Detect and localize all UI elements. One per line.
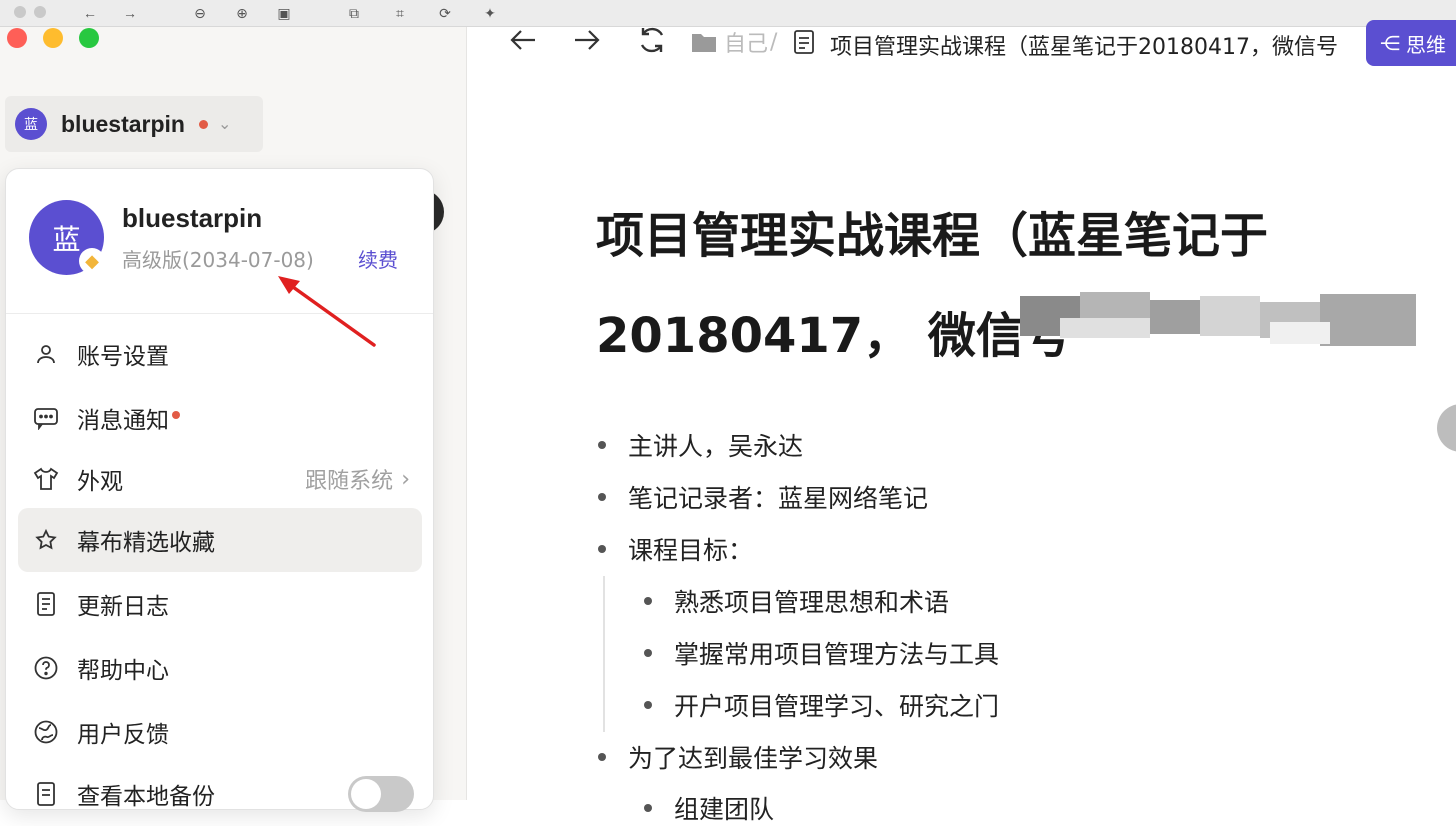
menu-label: 幕布精选收藏 [77, 530, 215, 556]
list-item-text: 主讲人，吴永达 [628, 432, 804, 461]
list-item[interactable]: 笔记记录者：蓝星网络笔记 [598, 479, 928, 515]
viewer-toolbar: ← → ⊖ ⊕ ▣ ⧉ ⌗ ⟳ ✦ [0, 0, 1456, 27]
menu-label: 外观 [77, 469, 123, 495]
list-item[interactable]: 熟悉项目管理思想和术语 [644, 583, 949, 619]
star-icon [32, 528, 60, 552]
bullet-dot [598, 493, 606, 501]
doc-icon [792, 27, 816, 57]
menu-item-favorites[interactable]: 幕布精选收藏 [18, 508, 422, 572]
rotate-icon[interactable]: ⟳ [435, 3, 455, 23]
avatar: 蓝 [15, 108, 47, 140]
bullet-dot [644, 597, 652, 605]
menu-label: 帮助中心 [77, 658, 169, 684]
breadcrumb-doc-title[interactable]: 项目管理实战课程（蓝星笔记于20180417，微信号 [830, 29, 1358, 61]
magic-wand-icon[interactable]: ✦ [480, 3, 500, 23]
menu-item-feedback[interactable]: 用户反馈 [18, 700, 422, 764]
mindmap-label: 思维 [1406, 32, 1446, 57]
feedback-icon [32, 719, 60, 745]
appearance-value-text: 跟随系统 [305, 469, 394, 494]
help-icon [32, 655, 60, 681]
document-title[interactable]: 项目管理实战课程（蓝星笔记于 20180417， 微信号 [596, 186, 1456, 386]
appearance-value: 跟随系统 › [305, 463, 410, 495]
toggle-knob [351, 779, 381, 809]
unread-dot [172, 411, 180, 419]
menu-item-local-backup[interactable]: 查看本地备份 [18, 762, 422, 826]
zoom-in-icon[interactable]: ⊕ [232, 3, 252, 23]
redacted-area [1020, 292, 1416, 346]
menu-label: 账号设置 [77, 344, 169, 370]
menu-label: 更新日志 [77, 594, 169, 620]
bullet-dot [598, 545, 606, 553]
forward-arrow-icon[interactable]: → [120, 3, 140, 23]
back-arrow-icon[interactable]: ← [80, 3, 100, 23]
mindmap-button[interactable]: ⋲ 思维 [1366, 20, 1456, 66]
notification-dot [198, 119, 208, 129]
list-item-text: 课程目标： [628, 536, 754, 565]
list-item-text: 熟悉项目管理思想和术语 [674, 588, 950, 617]
menu-item-notifications[interactable]: 消息通知 [18, 386, 422, 450]
list-item-text: 为了达到最佳学习效果 [628, 744, 879, 773]
list-item[interactable]: 组建团队 [644, 790, 774, 826]
bullet-dot [644, 649, 652, 657]
diamond-icon: ◆ [79, 248, 105, 274]
close-window-icon[interactable] [14, 6, 26, 18]
menu-item-appearance[interactable]: 外观 跟随系统 › [18, 447, 422, 511]
backup-icon [32, 781, 60, 807]
backup-toggle[interactable] [348, 776, 414, 812]
indent-guide [603, 576, 605, 732]
close-button[interactable] [7, 28, 27, 48]
zoom-out-icon[interactable]: ⊖ [190, 3, 210, 23]
forward-icon[interactable] [569, 22, 605, 58]
mindmap-icon: ⋲ [1380, 31, 1400, 55]
list-item[interactable]: 开户项目管理学习、研究之门 [644, 687, 999, 723]
menu-label: 消息通知 [77, 408, 169, 434]
menu-item-changelog[interactable]: 更新日志 [18, 572, 422, 636]
crop-icon[interactable]: ⌗ [390, 3, 410, 23]
minimize-button[interactable] [43, 28, 63, 48]
bullet-dot [644, 701, 652, 709]
chevron-down-icon: ⌄ [217, 116, 232, 133]
fit-icon[interactable]: ▣ [274, 3, 294, 23]
menu-label: 查看本地备份 [77, 784, 215, 810]
breadcrumb-folder-label: 自己 [724, 32, 769, 57]
list-item-text: 笔记记录者：蓝星网络笔记 [628, 484, 929, 513]
chevron-right-icon: › [401, 466, 410, 492]
refresh-icon[interactable] [634, 22, 670, 58]
list-item-text: 掌握常用项目管理方法与工具 [674, 640, 1000, 669]
user-name: bluestarpin [61, 110, 185, 137]
user-switcher[interactable]: 蓝 bluestarpin ⌄ [5, 96, 263, 152]
list-item[interactable]: 主讲人，吴永达 [598, 427, 803, 463]
list-item-text: 开户项目管理学习、研究之门 [674, 692, 1000, 721]
menu-label: 用户反馈 [77, 722, 169, 748]
bullet-dot [644, 804, 652, 812]
document-icon [32, 591, 60, 617]
back-icon[interactable] [505, 22, 541, 58]
message-icon [32, 406, 60, 430]
floating-side-button[interactable] [1437, 404, 1456, 452]
folder-icon [692, 34, 716, 52]
minimize-window-icon[interactable] [34, 6, 46, 18]
bullet-dot [598, 441, 606, 449]
list-item[interactable]: 课程目标： [598, 531, 753, 567]
breadcrumb-folder[interactable]: 自己 / [690, 27, 777, 57]
user-icon [32, 342, 60, 366]
title-line-1: 项目管理实战课程（蓝星笔记于 [596, 208, 1269, 264]
shirt-icon [32, 466, 60, 492]
list-item[interactable]: 为了达到最佳学习效果 [598, 739, 878, 775]
popup-user-name: bluestarpin [122, 203, 263, 233]
maximize-button[interactable] [79, 28, 99, 48]
bullet-dot [598, 753, 606, 761]
annotation-arrow [278, 276, 376, 347]
list-item-text: 组建团队 [674, 795, 775, 824]
list-item[interactable]: 掌握常用项目管理方法与工具 [644, 635, 999, 671]
breadcrumb-separator: / [770, 29, 778, 55]
copy-icon[interactable]: ⧉ [344, 3, 364, 23]
menu-item-help[interactable]: 帮助中心 [18, 636, 422, 700]
